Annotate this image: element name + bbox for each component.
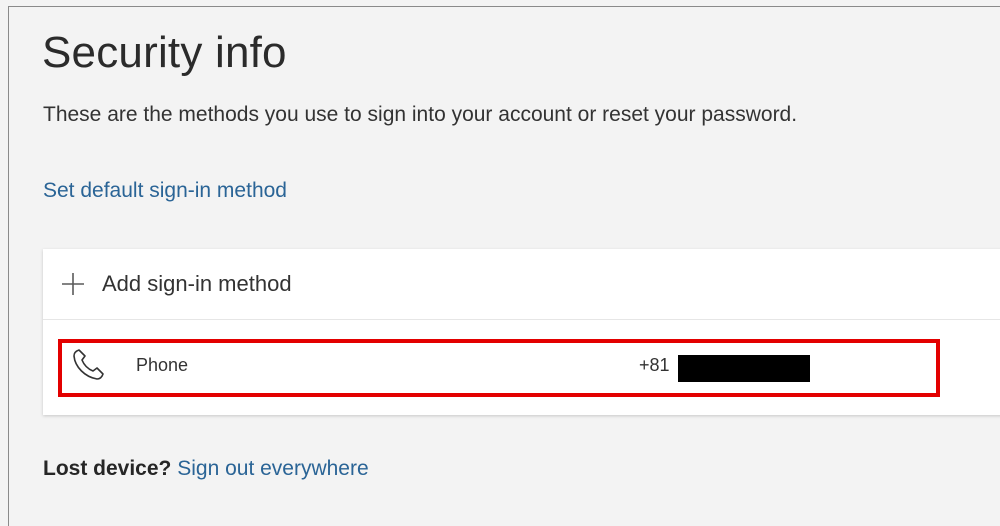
sign-out-everywhere-link[interactable]: Sign out everywhere: [177, 457, 368, 480]
highlight-annotation-box: [58, 339, 940, 397]
plus-icon: [62, 273, 84, 295]
page-title: Security info: [42, 28, 287, 77]
set-default-sign-in-link[interactable]: Set default sign-in method: [43, 179, 287, 203]
page-subtitle: These are the methods you use to sign in…: [43, 103, 798, 126]
lost-device-row: Lost device? Sign out everywhere: [43, 457, 369, 481]
lost-device-label: Lost device?: [43, 457, 172, 480]
add-sign-in-method-label: Add sign-in method: [102, 271, 292, 296]
add-sign-in-method-button[interactable]: Add sign-in method: [43, 249, 1000, 320]
